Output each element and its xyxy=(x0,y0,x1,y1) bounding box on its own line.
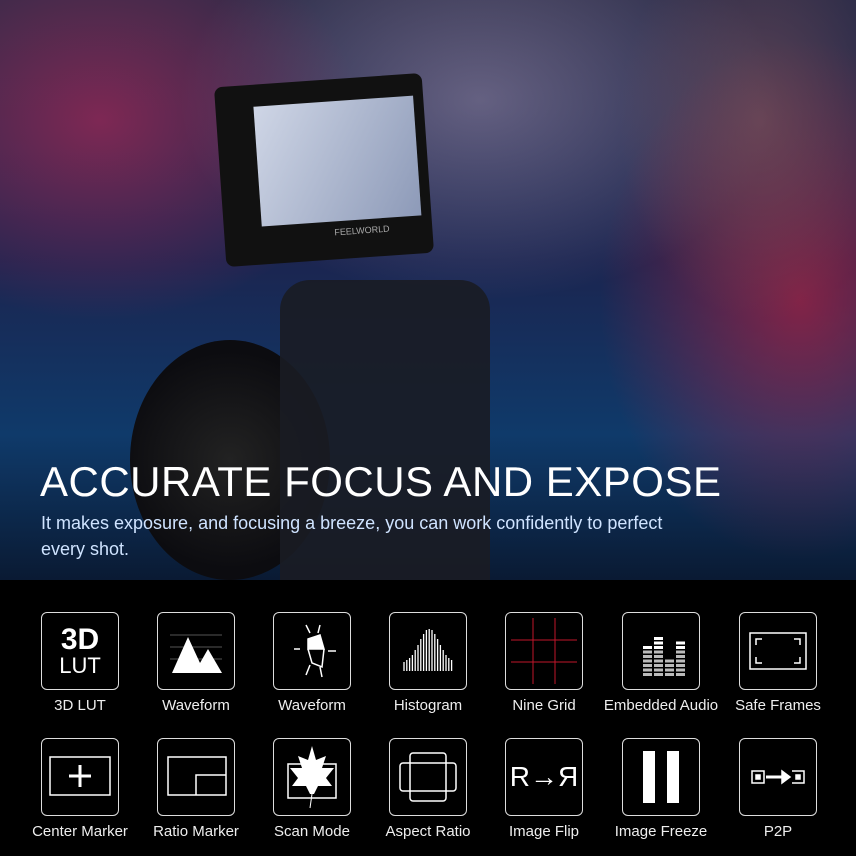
center-marker-icon xyxy=(41,738,119,816)
field-monitor: FEELWORLD xyxy=(213,72,435,268)
feature-ratio-marker: Ratio Marker xyxy=(138,738,254,840)
monitor-brand: FEELWORLD xyxy=(334,223,390,238)
feature-scan-mode: Scan Mode xyxy=(254,738,370,840)
feature-label: Aspect Ratio xyxy=(385,823,471,840)
icon-text: R→Я xyxy=(509,761,579,792)
headline: ACCURATE FOCUS AND EXPOSE xyxy=(40,458,722,505)
feature-label: P2P xyxy=(763,823,793,840)
icon-text: 3D xyxy=(60,623,100,656)
feature-label: Waveform xyxy=(162,697,230,714)
feature-label: 3D LUT xyxy=(54,697,106,714)
feature-label: Safe Frames xyxy=(735,697,821,714)
person-silhouette xyxy=(600,0,856,480)
feature-waveform: Waveform xyxy=(138,612,254,714)
waveform-mountain-icon xyxy=(157,612,235,690)
3d-lut-icon: 3D LUT xyxy=(41,612,119,690)
nine-grid-icon xyxy=(505,612,583,690)
feature-label: Image Flip xyxy=(508,823,580,840)
aspect-ratio-icon xyxy=(389,738,467,816)
scan-mode-leaf-icon xyxy=(273,738,351,816)
feature-label: Embedded Audio xyxy=(603,697,719,714)
feature-embedded-audio: Embedded Audio xyxy=(603,612,719,714)
feature-label: Waveform xyxy=(278,697,346,714)
feature-safe-frames: Safe Frames xyxy=(720,612,836,714)
feature-center-marker: Center Marker xyxy=(22,738,138,840)
hero-photo: FEELWORLD ACCURATE FOCUS AND EXPOSE It m… xyxy=(0,0,856,580)
feature-image-freeze: Image Freeze xyxy=(603,738,719,840)
feature-nine-grid: Nine Grid xyxy=(486,612,602,714)
feature-label: Scan Mode xyxy=(274,823,350,840)
feature-label: Image Freeze xyxy=(614,823,708,840)
feature-waveform: Waveform xyxy=(254,612,370,714)
feature-image-flip: R→Я Image Flip xyxy=(486,738,602,840)
p2p-icon xyxy=(739,738,817,816)
feature-label: Center Marker xyxy=(32,823,128,840)
feature-3d-lut: 3D LUT 3D LUT xyxy=(22,612,138,714)
feature-histogram: Histogram xyxy=(370,612,486,714)
feature-label: Ratio Marker xyxy=(153,823,239,840)
audio-meter-icon xyxy=(622,612,700,690)
feature-aspect-ratio: Aspect Ratio xyxy=(370,738,486,840)
safe-frames-icon xyxy=(739,612,817,690)
image-freeze-icon xyxy=(622,738,700,816)
feature-p2p: P2P xyxy=(720,738,836,840)
waveform-vectorscope-icon xyxy=(273,612,351,690)
image-flip-icon: R→Я xyxy=(505,738,583,816)
subtext: It makes exposure, and focusing a breeze… xyxy=(41,513,663,559)
feature-label: Nine Grid xyxy=(512,697,576,714)
ratio-marker-icon xyxy=(157,738,235,816)
monitor-screen xyxy=(253,95,422,227)
icon-text: LUT xyxy=(59,653,101,678)
histogram-icon xyxy=(389,612,467,690)
feature-label: Histogram xyxy=(393,697,463,714)
